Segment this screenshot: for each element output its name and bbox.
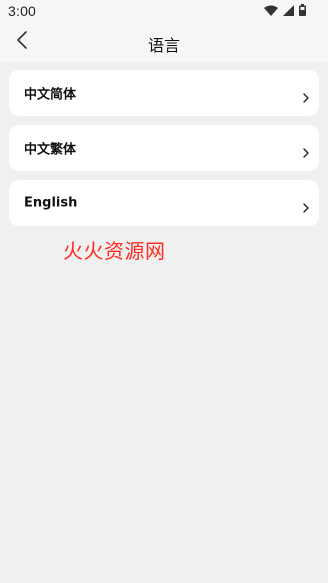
chevron-right-icon (302, 143, 310, 158)
status-icons (264, 4, 306, 16)
status-bar: 3:00 (0, 0, 328, 24)
watermark-text: 火火资源网 (63, 239, 166, 263)
language-item-traditional-chinese[interactable]: 中文繁体 (9, 125, 319, 171)
language-item-simplified-chinese[interactable]: 中文简体 (9, 70, 319, 116)
language-label: 中文繁体 (24, 142, 77, 158)
chevron-right-icon (302, 88, 310, 103)
app-header: 语言 (0, 24, 328, 62)
page-title: 语言 (147, 36, 180, 55)
battery-icon (299, 4, 306, 16)
chevron-right-icon (302, 198, 310, 213)
status-time: 3:00 (8, 3, 37, 19)
language-label: English (24, 195, 78, 211)
wifi-icon (264, 5, 278, 16)
language-list: 中文简体 中文繁体 English (9, 70, 319, 235)
language-label: 中文简体 (24, 87, 77, 103)
language-item-english[interactable]: English (9, 180, 319, 226)
cellular-signal-icon (283, 4, 294, 16)
